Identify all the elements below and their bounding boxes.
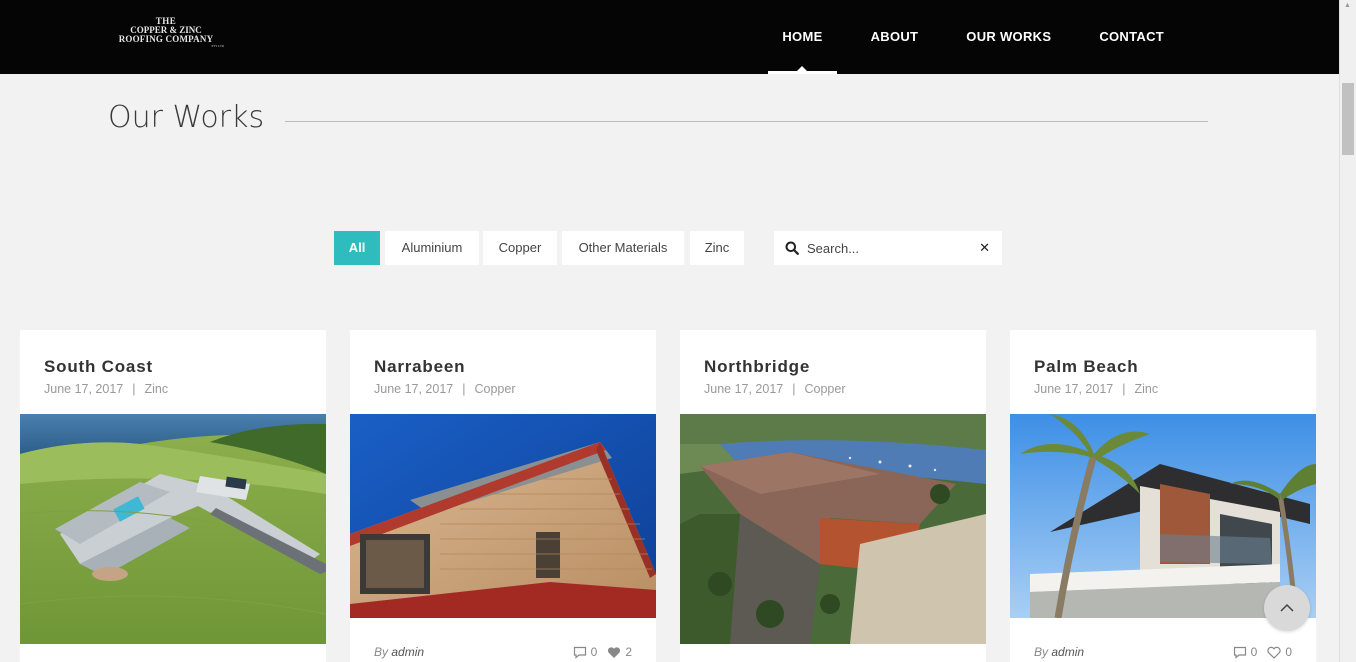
site-header: THE COPPER & ZINC ROOFING COMPANY PTY LT… (0, 0, 1339, 74)
card-title[interactable]: Narrabeen (374, 357, 465, 377)
logo-line-3: ROOFING COMPANY (118, 34, 214, 44)
filter-aluminium[interactable]: Aluminium (385, 231, 479, 265)
comment-icon[interactable] (573, 646, 587, 659)
comment-count: 0 (590, 645, 598, 659)
chevron-up-icon (1280, 603, 1294, 612)
heart-icon[interactable] (607, 646, 621, 659)
title-divider (285, 121, 1208, 122)
card-meta: June 17, 2017 | Zinc (1034, 382, 1159, 396)
nav-item-contact[interactable]: CONTACT (1075, 0, 1188, 74)
nav-item-our-works[interactable]: OUR WORKS (942, 0, 1075, 74)
card-date: June 17, 2017 (374, 382, 454, 396)
company-logo[interactable]: THE COPPER & ZINC ROOFING COMPANY PTY LT… (108, 17, 224, 53)
card-title[interactable]: Northbridge (704, 357, 810, 377)
filter-other-materials[interactable]: Other Materials (562, 231, 684, 265)
card-by-label: By (374, 645, 389, 659)
card-image-south-coast[interactable] (20, 414, 326, 644)
close-icon[interactable]: ✕ (979, 240, 990, 256)
card-date: June 17, 2017 (1034, 382, 1114, 396)
project-card-northbridge[interactable]: Northbridge June 17, 2017 | Copper (680, 330, 986, 662)
page-title: Our Works (108, 100, 265, 135)
logo-line-4: PTY LTD (211, 44, 224, 48)
card-category[interactable]: Copper (805, 382, 846, 396)
heart-icon[interactable] (1267, 646, 1281, 659)
card-category[interactable]: Copper (475, 382, 516, 396)
scroll-up-arrow-icon[interactable]: ▲ (1344, 2, 1351, 9)
scroll-thumb[interactable] (1342, 83, 1354, 155)
card-title[interactable]: South Coast (44, 357, 153, 377)
like-count: 2 (625, 645, 632, 659)
card-date: June 17, 2017 (44, 382, 124, 396)
card-by-label: By (1034, 645, 1049, 659)
card-stats: 0 2 (573, 645, 632, 659)
like-count: 0 (1285, 645, 1292, 659)
card-image-northbridge[interactable] (680, 414, 986, 644)
card-category[interactable]: Zinc (145, 382, 169, 396)
card-meta: June 17, 2017 | Copper (704, 382, 846, 396)
comment-count: 0 (1250, 645, 1258, 659)
nav-item-home[interactable]: HOME (768, 0, 837, 74)
card-image-palm-beach[interactable] (1010, 414, 1316, 618)
filter-all[interactable]: All (334, 231, 380, 265)
filter-copper[interactable]: Copper (483, 231, 557, 265)
filter-zinc[interactable]: Zinc (690, 231, 744, 265)
main-nav: HOME ABOUT OUR WORKS CONTACT (768, 0, 1188, 74)
card-stats: 0 0 (1233, 645, 1292, 659)
comment-icon[interactable] (1233, 646, 1247, 659)
nav-item-about[interactable]: ABOUT (847, 0, 943, 74)
card-meta: June 17, 2017 | Zinc (44, 382, 169, 396)
back-to-top-button[interactable] (1264, 585, 1310, 631)
search-box: ✕ (774, 231, 1002, 265)
card-title[interactable]: Palm Beach (1034, 357, 1138, 377)
card-author[interactable]: admin (1051, 645, 1084, 659)
card-footer: By admin 0 0 (1034, 645, 1292, 661)
card-meta: June 17, 2017 | Copper (374, 382, 516, 396)
card-author[interactable]: admin (391, 645, 424, 659)
card-image-narrabeen[interactable] (350, 414, 656, 618)
card-date: June 17, 2017 (704, 382, 784, 396)
project-card-narrabeen[interactable]: Narrabeen June 17, 2017 | Copper By admi… (350, 330, 656, 662)
card-category[interactable]: Zinc (1135, 382, 1159, 396)
search-input[interactable] (807, 231, 967, 265)
project-card-south-coast[interactable]: South Coast June 17, 2017 | Zinc (20, 330, 326, 662)
card-footer: By admin 0 2 (374, 645, 632, 661)
page-scrollbar[interactable]: ▲ (1339, 0, 1356, 662)
search-icon[interactable] (785, 241, 799, 255)
